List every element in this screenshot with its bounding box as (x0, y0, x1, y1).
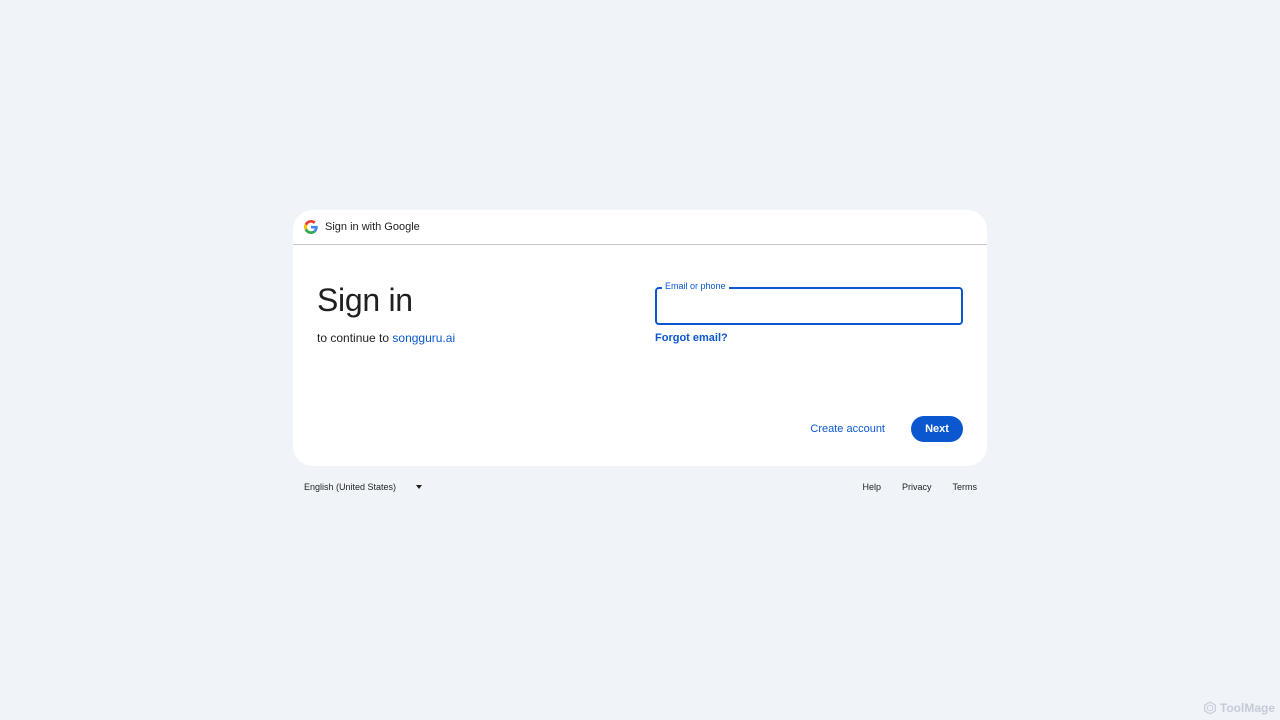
privacy-link[interactable]: Privacy (902, 482, 932, 492)
next-button[interactable]: Next (911, 416, 963, 442)
page-title: Sign in (317, 282, 413, 318)
subtitle-prefix: to continue to (317, 331, 393, 345)
create-account-button[interactable]: Create account (797, 416, 898, 442)
sign-in-card: Sign in with Google Sign in to continue … (293, 210, 987, 466)
actions-bar: Create account Next (797, 416, 963, 442)
help-link[interactable]: Help (862, 482, 881, 492)
caret-down-icon (416, 485, 423, 489)
app-name-link[interactable]: songguru.ai (392, 331, 455, 345)
footer: English (United States) Help Privacy Ter… (293, 480, 987, 496)
email-field-wrapper: Email or phone (655, 281, 963, 325)
watermark-text: ToolMage (1219, 701, 1275, 715)
language-selector[interactable]: English (United States) (304, 482, 423, 492)
forgot-email-link[interactable]: Forgot email? (655, 332, 728, 344)
terms-link[interactable]: Terms (953, 482, 978, 492)
footer-links: Help Privacy Terms (841, 482, 977, 492)
google-g-icon (304, 220, 318, 234)
card-header: Sign in with Google (293, 210, 987, 245)
email-field-label: Email or phone (662, 281, 729, 292)
email-field[interactable] (655, 287, 963, 325)
sign-in-page: Sign in with Google Sign in to continue … (0, 0, 1280, 720)
title-section: Sign in to continue to songguru.ai (317, 282, 455, 345)
hexagon-logo-icon (1204, 701, 1216, 715)
watermark: ToolMage (1203, 701, 1275, 715)
language-label: English (United States) (304, 482, 397, 492)
subtitle: to continue to songguru.ai (317, 331, 455, 345)
header-title: Sign in with Google (325, 221, 420, 233)
